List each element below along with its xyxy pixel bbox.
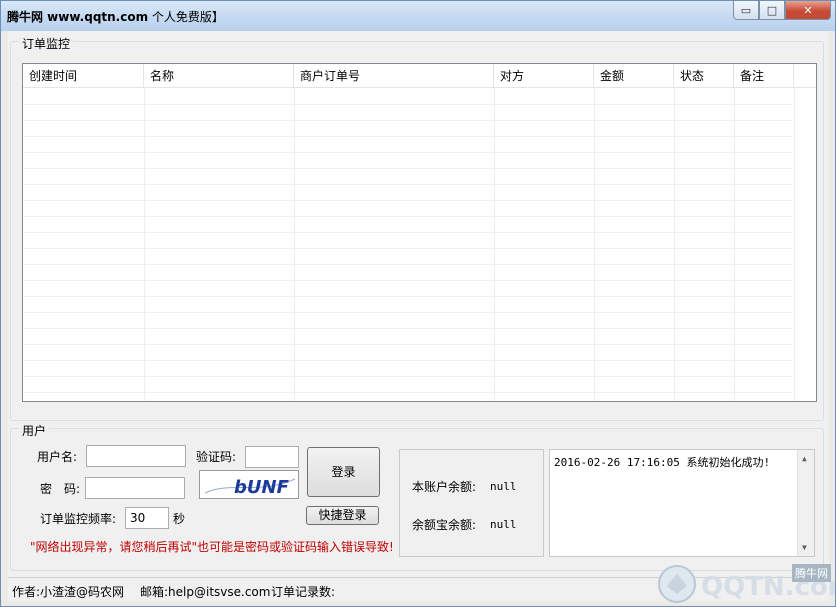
grid-row-line — [23, 264, 793, 265]
log-line: 2016-02-26 17:16:05 系统初始化成功! — [554, 456, 771, 469]
orders-table-header: 创建时间 名称 商户订单号 对方 金额 状态 备注 — [23, 64, 816, 88]
grid-column-line — [734, 88, 735, 401]
error-hint: "网络出现异常，请您稍后再试"也可能是密码或验证码输入错误导致! — [30, 540, 394, 554]
qqtn-watermark: QQTN.com 腾牛网 — [655, 560, 836, 606]
column-header-remark[interactable]: 备注 — [734, 64, 794, 88]
maximize-icon: □ — [766, 3, 778, 17]
scroll-down-icon[interactable]: ▼ — [802, 543, 807, 552]
grid-row-line — [23, 344, 793, 345]
column-header-name[interactable]: 名称 — [144, 64, 294, 88]
grid-row-line — [23, 104, 793, 105]
captcha-input[interactable] — [245, 446, 299, 468]
minimize-button[interactable]: ▭ — [733, 1, 759, 20]
grid-row-line — [23, 136, 793, 137]
column-header-status[interactable]: 状态 — [674, 64, 734, 88]
frequency-label: 订单监控频率: — [40, 512, 117, 526]
grid-row-line — [23, 312, 793, 313]
grid-column-line — [794, 88, 795, 401]
grid-row-line — [23, 280, 793, 281]
user-group-title: 用户 — [19, 422, 50, 439]
grid-column-line — [294, 88, 295, 401]
account-balance-label: 本账户余额: — [412, 480, 477, 494]
client-area: 订单监控 创建时间 名称 商户订单号 对方 金额 状态 备注 用户 用户名: 密… — [8, 31, 829, 601]
status-author: 作者:小渣渣@码农网 — [12, 585, 125, 599]
grid-column-line — [144, 88, 145, 401]
account-balance-value: null — [490, 480, 517, 493]
window-title-edition: 个人免费版】 — [148, 10, 224, 24]
captcha-graphic: bUNF — [204, 477, 296, 498]
log-scrollbar[interactable]: ▲ ▼ — [797, 450, 814, 556]
grid-row-line — [23, 168, 793, 169]
close-button[interactable]: ✕ — [785, 1, 831, 20]
column-header-counterparty[interactable]: 对方 — [494, 64, 594, 88]
grid-column-line — [494, 88, 495, 401]
captcha-image[interactable]: bUNF — [199, 470, 299, 499]
close-icon: ✕ — [803, 3, 813, 17]
orders-table[interactable]: 创建时间 名称 商户订单号 对方 金额 状态 备注 — [22, 63, 817, 402]
status-email: 邮箱:help@itsvse.com — [140, 585, 271, 599]
login-button-label: 登录 — [331, 465, 356, 479]
captcha-label: 验证码: — [196, 450, 237, 464]
title-bar[interactable]: 腾牛网 www.qqtn.com 个人免费版】 ▭ □ ✕ — [1, 1, 835, 31]
status-order-count: 订单记录数: — [271, 585, 336, 599]
window-title: 腾牛网 www.qqtn.com 个人免费版】 — [7, 8, 224, 25]
yuebao-balance-label: 余额宝余额: — [412, 518, 477, 532]
yuebao-balance-value: null — [490, 518, 517, 531]
grid-row-line — [23, 232, 793, 233]
frequency-input[interactable]: 30 — [125, 507, 169, 529]
password-input[interactable] — [85, 477, 185, 499]
grid-row-line — [23, 184, 793, 185]
grid-row-line — [23, 328, 793, 329]
grid-row-line — [23, 376, 793, 377]
grid-column-line — [674, 88, 675, 401]
username-input[interactable] — [86, 445, 186, 467]
grid-row-line — [23, 120, 793, 121]
log-output[interactable]: 2016-02-26 17:16:05 系统初始化成功! ▲ ▼ — [549, 449, 815, 557]
column-header-amount[interactable]: 金额 — [594, 64, 674, 88]
column-header-merchant-order-no[interactable]: 商户订单号 — [294, 64, 494, 88]
grid-row-line — [23, 152, 793, 153]
window-title-site: 腾牛网 www.qqtn.com — [7, 10, 149, 24]
minimize-icon: ▭ — [740, 3, 752, 17]
grid-column-line — [594, 88, 595, 401]
password-label: 密 码: — [40, 482, 81, 496]
captcha-text: bUNF — [234, 477, 290, 498]
grid-row-line — [23, 200, 793, 201]
grid-row-line — [23, 248, 793, 249]
grid-row-line — [23, 392, 793, 393]
app-window: 腾牛网 www.qqtn.com 个人免费版】 ▭ □ ✕ 订单监控 创建时间 … — [0, 0, 836, 607]
grid-row-line — [23, 216, 793, 217]
orders-group-title: 订单监控 — [19, 35, 74, 52]
maximize-button[interactable]: □ — [759, 1, 785, 20]
grid-row-line — [23, 296, 793, 297]
grid-row-line — [23, 360, 793, 361]
scroll-up-icon[interactable]: ▲ — [802, 454, 807, 463]
login-button[interactable]: 登录 — [307, 447, 380, 497]
quick-login-button[interactable]: 快捷登录 — [306, 506, 379, 525]
column-header-created[interactable]: 创建时间 — [23, 64, 144, 88]
balance-panel: 本账户余额: null 余额宝余额: null — [399, 449, 544, 557]
frequency-unit: 秒 — [173, 512, 186, 526]
quick-login-button-label: 快捷登录 — [318, 508, 367, 522]
watermark-badge: 腾牛网 — [792, 564, 831, 582]
username-label: 用户名: — [37, 450, 78, 464]
